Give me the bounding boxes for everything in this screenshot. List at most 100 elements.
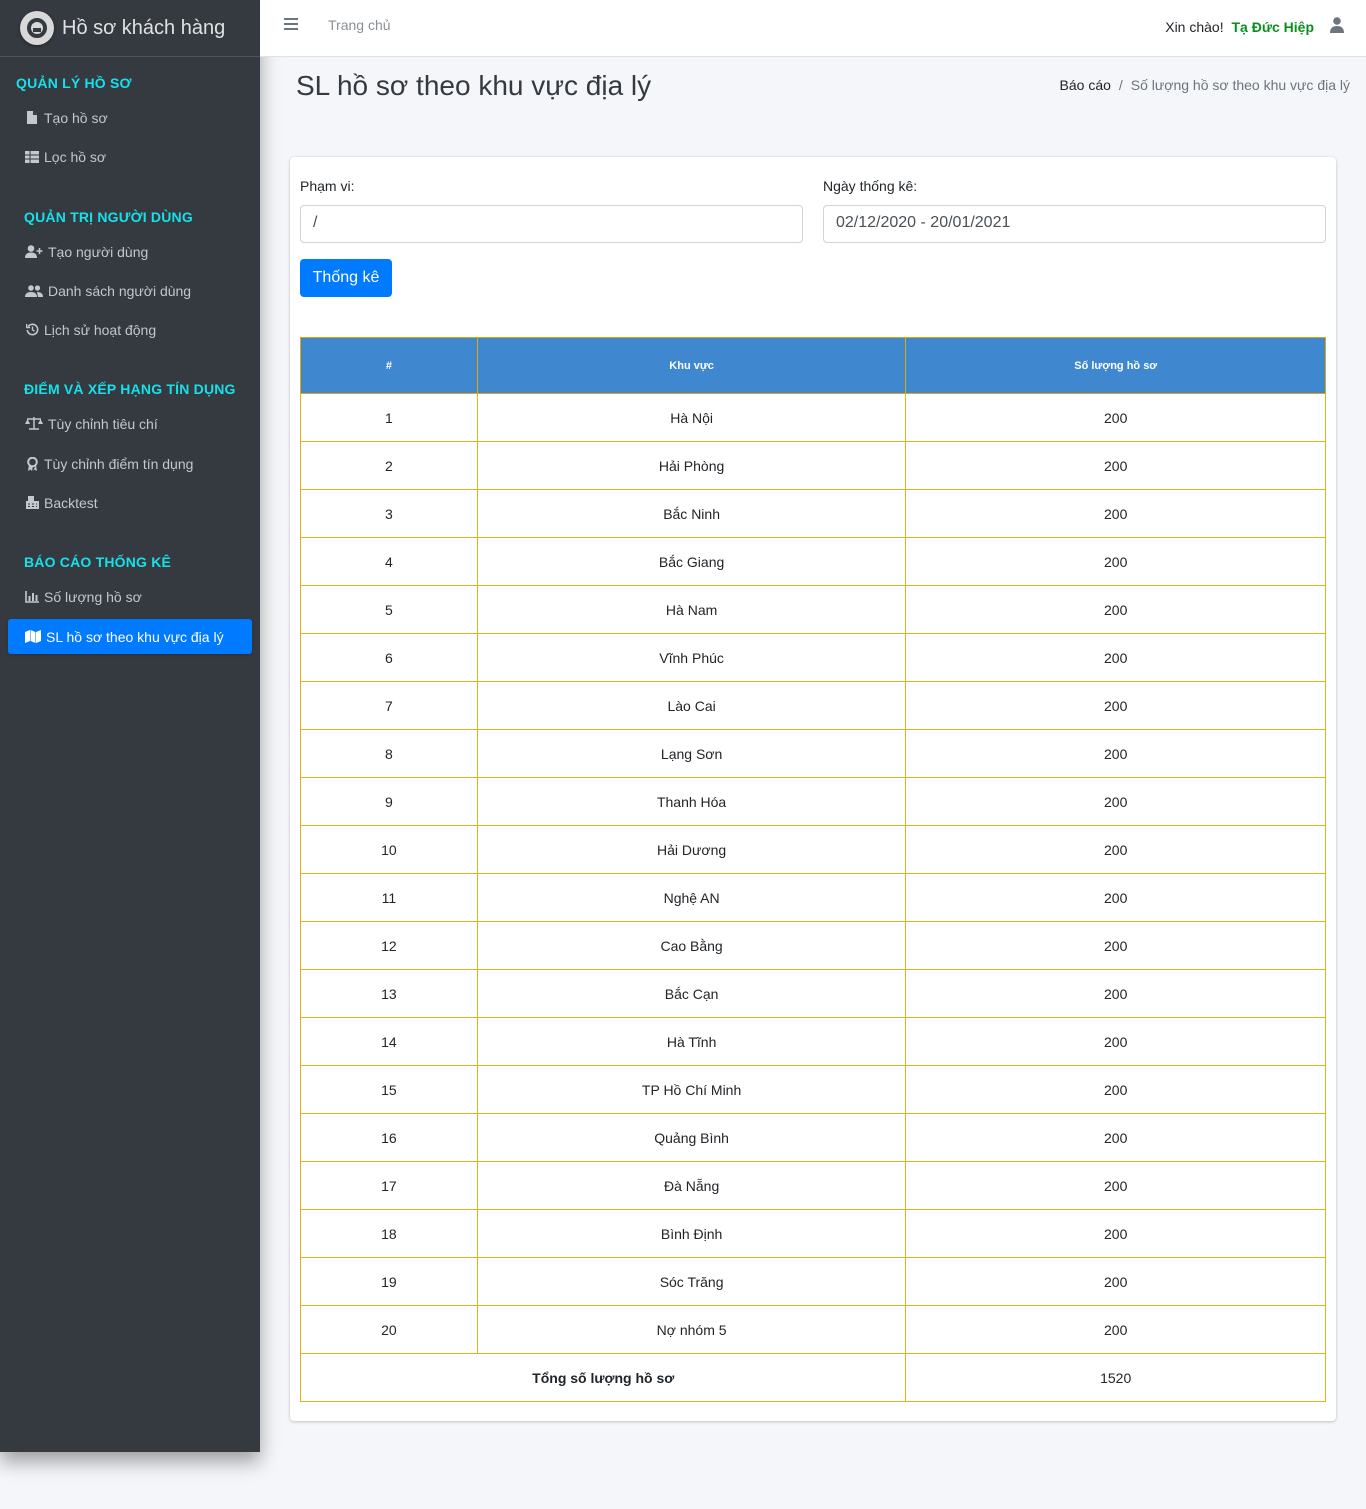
table-row: 8 Lạng Sơn 200	[300, 729, 1326, 778]
table-total-row: Tổng số lượng hồ sơ 1520	[299, 1353, 1326, 1402]
breadcrumb-parent[interactable]: Báo cáo	[1060, 77, 1111, 93]
cell-count: 200	[905, 393, 1326, 442]
top-navbar: Trang chủ Xin chào! Tạ Đức Hiệp	[260, 0, 1366, 57]
cell-index: 3	[300, 489, 478, 538]
brand-link[interactable]: Hồ sơ khách hàng	[0, 0, 260, 57]
table-row: 18 Bình Định 200	[300, 1209, 1326, 1258]
scope-label: Phạm vi:	[300, 178, 355, 194]
cell-count: 200	[905, 1161, 1326, 1210]
cell-index: 14	[300, 1017, 478, 1066]
cell-index: 11	[300, 873, 478, 922]
breadcrumb: Báo cáo / Số lượng hồ sơ theo khu vực địa …	[1060, 77, 1350, 93]
cell-region: Lạng Sơn	[476, 729, 907, 778]
cell-region: Cao Bằng	[476, 921, 907, 970]
cell-count: 200	[905, 1305, 1326, 1354]
cell-region: Hà Nội	[476, 393, 907, 442]
nav-item-custom-credit-score[interactable]: Tùy chỉnh điểm tín dụng	[8, 446, 252, 481]
cell-index: 20	[300, 1305, 478, 1354]
nav-item-label: Tùy chỉnh tiêu chí	[48, 415, 158, 432]
breadcrumb-separator: /	[1118, 77, 1123, 93]
cell-count: 200	[905, 441, 1326, 490]
sidebar: Hồ sơ khách hàng QUẢN LÝ HỒ SƠ Tạo hồ sơ…	[0, 0, 260, 1452]
table-icon	[24, 150, 40, 164]
cell-index: 8	[300, 729, 478, 778]
table-row: 2 Hải Phòng 200	[300, 441, 1326, 490]
cell-index: 19	[300, 1257, 478, 1306]
region-table: # Khu vực Số lượng hồ sơ 1 Hà Nội 200 2 Hải …	[299, 337, 1326, 1402]
cell-region: Đà Nẵng	[476, 1161, 907, 1210]
report-card: Phạm vi: / Ngày thống kê: 02/12/2020 - 2…	[290, 157, 1336, 1421]
table-row: 14 Hà Tĩnh 200	[300, 1017, 1326, 1066]
nav-header-reports: BÁO CÁO THỐNG KÊ	[24, 554, 172, 570]
table-row: 3 Bắc Ninh 200	[300, 489, 1326, 538]
cell-index: 5	[300, 585, 478, 634]
cell-region: Nợ nhóm 5	[476, 1305, 907, 1354]
table-row: 12 Cao Bằng 200	[300, 921, 1326, 970]
hamburger-menu-icon[interactable]	[284, 17, 298, 31]
scope-input[interactable]: /	[300, 205, 803, 243]
table-header-row: # Khu vực Số lượng hồ sơ	[300, 337, 1326, 394]
nav-item-label: Tạo hồ sơ	[44, 109, 108, 126]
history-icon	[24, 323, 40, 337]
date-label: Ngày thống kê:	[823, 178, 918, 194]
nav-item-user-list[interactable]: Danh sách người dùng	[8, 273, 252, 308]
nav-item-label: SL hồ sơ theo khu vực địa lý	[46, 628, 224, 645]
cell-index: 1	[300, 393, 478, 442]
chart-bar-icon	[24, 590, 40, 604]
cell-index: 16	[300, 1113, 478, 1162]
cell-index: 6	[300, 633, 478, 682]
column-header-region: Khu vực	[476, 337, 907, 394]
page-title: SL hồ sơ theo khu vực địa lý	[296, 70, 652, 101]
cell-index: 13	[300, 969, 478, 1018]
cell-region: Bắc Ninh	[476, 489, 907, 538]
table-row: 1 Hà Nội 200	[300, 393, 1326, 442]
nav-item-filter-profiles[interactable]: Lọc hồ sơ	[8, 139, 252, 174]
cell-index: 4	[300, 537, 478, 586]
total-label: Tổng số lượng hồ sơ	[299, 1353, 907, 1402]
cell-count: 200	[905, 873, 1326, 922]
cell-index: 18	[300, 1209, 478, 1258]
cell-count: 200	[905, 1017, 1326, 1066]
cell-index: 12	[300, 921, 478, 970]
user-icon[interactable]	[1330, 17, 1344, 33]
nav-item-custom-criteria[interactable]: Tùy chỉnh tiêu chí	[8, 406, 252, 441]
user-name[interactable]: Tạ Đức Hiệp	[1232, 19, 1315, 35]
nav-item-label: Backtest	[44, 494, 98, 511]
table-row: 11 Nghệ AN 200	[300, 873, 1326, 922]
nav-item-profiles-by-region[interactable]: SL hồ sơ theo khu vực địa lý	[8, 619, 252, 654]
cell-count: 200	[905, 537, 1326, 586]
cell-count: 200	[905, 1257, 1326, 1306]
table-row: 13 Bắc Cạn 200	[300, 969, 1326, 1018]
cell-count: 200	[905, 825, 1326, 874]
nav-item-backtest[interactable]: Backtest	[8, 485, 252, 520]
nav-item-create-user[interactable]: Tạo người dùng	[8, 234, 252, 269]
statistics-button[interactable]: Thống kê	[300, 259, 392, 297]
brand-title: Hồ sơ khách hàng	[62, 16, 226, 39]
cell-count: 200	[905, 1113, 1326, 1162]
map-icon	[24, 630, 42, 644]
nav-item-profile-count[interactable]: Số lượng hồ sơ	[8, 579, 252, 614]
table-row: 7 Lào Cai 200	[300, 681, 1326, 730]
calculator-icon	[24, 496, 40, 510]
cell-count: 200	[905, 729, 1326, 778]
award-icon	[24, 456, 40, 471]
table-row: 6 Vĩnh Phúc 200	[300, 633, 1326, 682]
cell-index: 7	[300, 681, 478, 730]
cell-index: 9	[300, 777, 478, 826]
cell-region: Hải Dương	[476, 825, 907, 874]
cell-count: 200	[905, 681, 1326, 730]
balance-scale-icon	[24, 417, 44, 431]
cell-region: Hà Nam	[476, 585, 907, 634]
home-link[interactable]: Trang chủ	[328, 17, 391, 33]
table-row: 20 Nợ nhóm 5 200	[300, 1305, 1326, 1354]
table-row: 16 Quảng Bình 200	[300, 1113, 1326, 1162]
cell-region: Thanh Hóa	[476, 777, 907, 826]
user-greeting: Xin chào! Tạ Đức Hiệp	[1165, 19, 1314, 35]
table-row: 4 Bắc Giang 200	[300, 537, 1326, 586]
nav-item-activity-history[interactable]: Lịch sử hoạt động	[8, 312, 252, 347]
cell-region: Hải Phòng	[476, 441, 907, 490]
cell-region: Sóc Trăng	[476, 1257, 907, 1306]
nav-item-create-profile[interactable]: Tạo hồ sơ	[8, 100, 252, 135]
cell-region: Vĩnh Phúc	[476, 633, 907, 682]
date-range-input[interactable]: 02/12/2020 - 20/01/2021	[823, 205, 1326, 243]
